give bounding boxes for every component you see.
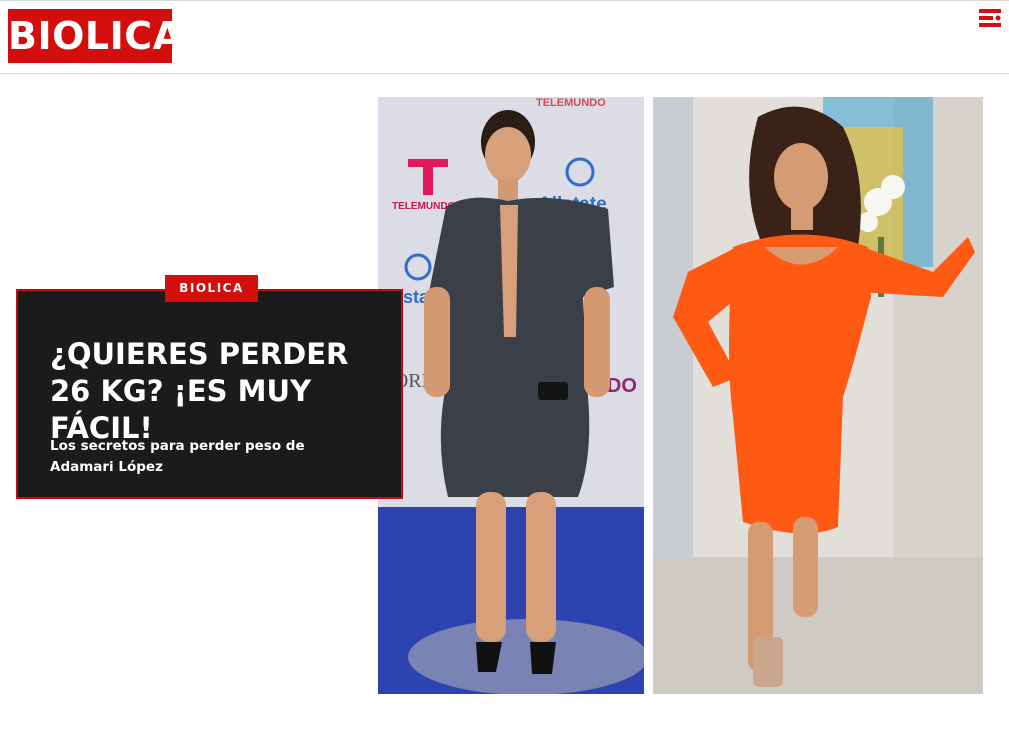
article-subheadline: Los secretos para perder peso de Adamari…	[50, 438, 305, 475]
article-headline[interactable]: ¿QUIERES PERDER 26 KG? ¡ES MUY FÁCIL!	[50, 336, 380, 447]
category-badge[interactable]: BIOLICA	[165, 275, 258, 302]
site-logo[interactable]: BIOLICA	[8, 9, 182, 63]
site-header: BIOLICA	[0, 1, 1009, 74]
article-photo-before[interactable]: TELEMUNDO TELEMUNDO Allstate Allstate L'…	[378, 97, 644, 694]
backdrop-logo: TELEMUNDO	[536, 97, 606, 109]
article-photo-after[interactable]	[653, 97, 983, 694]
menu-icon[interactable]	[979, 9, 1001, 27]
